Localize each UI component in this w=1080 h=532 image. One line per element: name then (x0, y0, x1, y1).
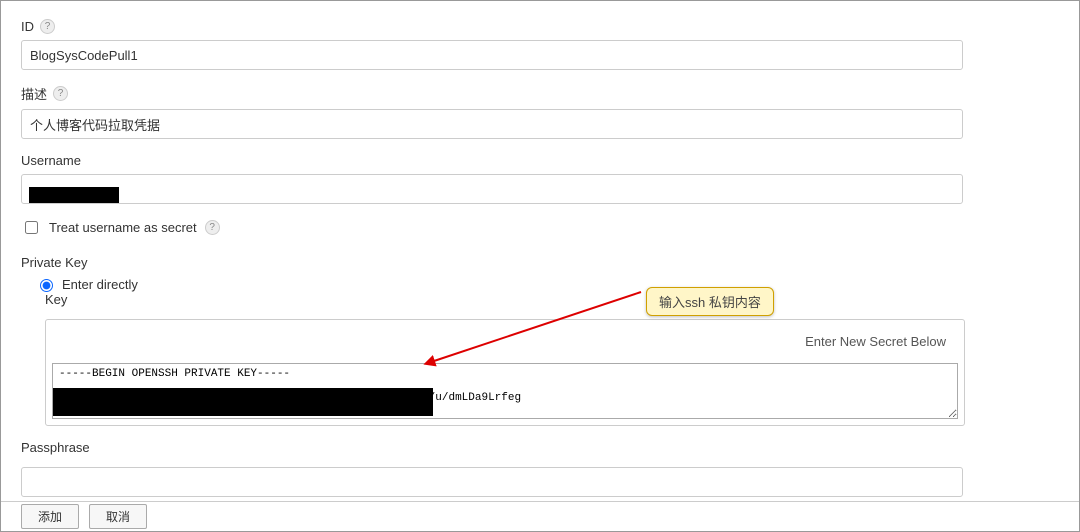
secret-hint: Enter New Secret Below (46, 320, 964, 363)
field-username: Username (21, 153, 1059, 204)
enter-directly-label: Enter directly (62, 277, 138, 292)
label-private-key-text: Private Key (21, 255, 87, 270)
privatekey-mode-row: Enter directly (35, 276, 1059, 292)
description-input[interactable] (21, 109, 963, 139)
key-sublabel: Key (45, 292, 1059, 307)
label-username: Username (21, 153, 1059, 168)
form-scroll-area[interactable]: ID ? 描述 ? Username (1, 1, 1079, 531)
label-id-text: ID (21, 19, 34, 34)
footer-bar: 添加 取消 (1, 501, 1079, 531)
treat-secret-checkbox[interactable] (25, 221, 38, 234)
label-passphrase-text: Passphrase (21, 440, 90, 455)
label-private-key: Private Key (21, 255, 1059, 270)
annotation-callout-text: 输入ssh 私钥内容 (659, 295, 761, 310)
annotation-callout: 输入ssh 私钥内容 (646, 287, 774, 316)
username-input[interactable] (21, 174, 963, 204)
help-icon[interactable]: ? (40, 19, 55, 34)
label-passphrase: Passphrase (21, 440, 1059, 455)
redaction-block (29, 187, 119, 203)
treat-secret-row: Treat username as secret ? (21, 218, 1059, 237)
treat-secret-label: Treat username as secret (49, 220, 197, 235)
field-description: 描述 ? (21, 84, 1059, 139)
window-frame: ID ? 描述 ? Username (0, 0, 1080, 532)
help-icon[interactable]: ? (205, 220, 220, 235)
add-button[interactable]: 添加 (21, 504, 79, 529)
id-input[interactable] (21, 40, 963, 70)
label-username-text: Username (21, 153, 81, 168)
field-passphrase: Passphrase (21, 440, 1059, 497)
label-description-text: 描述 (21, 84, 47, 103)
cancel-button[interactable]: 取消 (89, 504, 147, 529)
label-description: 描述 ? (21, 84, 1059, 103)
enter-directly-radio[interactable] (40, 279, 53, 292)
redaction-block (53, 388, 433, 416)
field-id: ID ? (21, 19, 1059, 70)
label-id: ID ? (21, 19, 1059, 34)
form-content: ID ? 描述 ? Username (1, 1, 1079, 531)
help-icon[interactable]: ? (53, 86, 68, 101)
passphrase-input[interactable] (21, 467, 963, 497)
